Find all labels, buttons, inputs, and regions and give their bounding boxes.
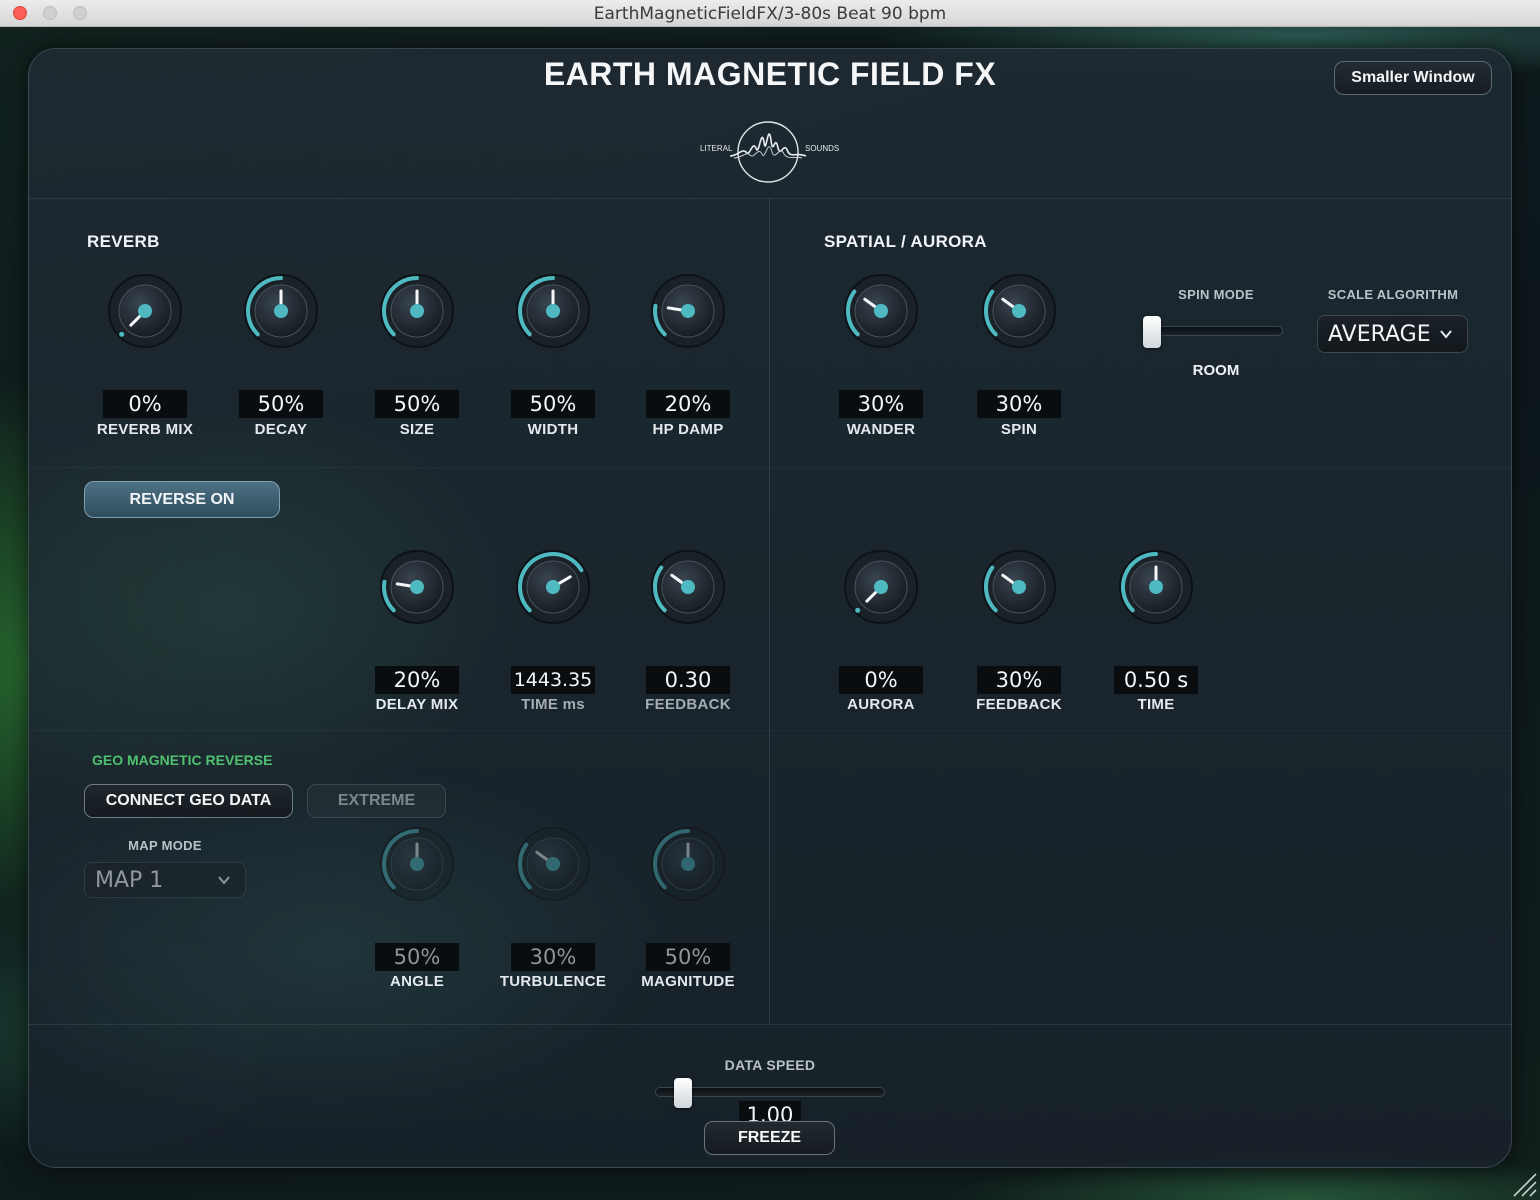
spin-label: SPIN xyxy=(1000,421,1038,438)
extreme-button[interactable]: EXTREME xyxy=(307,784,446,818)
time-ms-label: TIME ms xyxy=(521,696,585,713)
scale-algorithm-label: SCALE ALGORITHM xyxy=(1327,287,1459,302)
chevron-down-icon xyxy=(218,876,230,885)
row-divider-1 xyxy=(28,467,1512,468)
data-speed-label: DATA SPEED xyxy=(724,1057,816,1073)
time-ms-value[interactable]: 1443.35 xyxy=(511,666,595,694)
resize-grip-icon[interactable] xyxy=(1508,1168,1538,1198)
window-title: EarthMagneticFieldFX/3-80s Beat 90 bpm xyxy=(593,4,947,24)
turbulence-knob[interactable] xyxy=(511,822,595,906)
hp-damp-value[interactable]: 20% xyxy=(646,390,730,418)
spin-mode-label: SPIN MODE xyxy=(1178,287,1254,302)
delay-mix-label: DELAY MIX xyxy=(375,696,459,713)
decay-knob[interactable] xyxy=(239,269,323,353)
logo-left-text: LITERAL xyxy=(700,144,733,153)
angle-value[interactable]: 50% xyxy=(375,943,459,971)
delay-mix-value[interactable]: 20% xyxy=(375,666,459,694)
smaller-window-button[interactable]: Smaller Window xyxy=(1334,61,1492,95)
reverse-on-button[interactable]: REVERSE ON xyxy=(84,481,280,518)
decay-label: DECAY xyxy=(254,421,308,438)
geo-magnetic-reverse-title: GEO MAGNETIC REVERSE xyxy=(92,752,273,768)
delay-feedback-value[interactable]: 0.30 xyxy=(646,666,730,694)
row-divider-2 xyxy=(28,730,1512,731)
wander-value[interactable]: 30% xyxy=(839,390,923,418)
aurora-value[interactable]: 0% xyxy=(839,666,923,694)
reverb-mix-label: REVERB MIX xyxy=(96,421,194,438)
turbulence-label: TURBULENCE xyxy=(499,973,607,990)
wander-knob[interactable] xyxy=(839,269,923,353)
data-speed-thumb[interactable] xyxy=(673,1078,692,1108)
width-knob[interactable] xyxy=(511,269,595,353)
delay-feedback-label: FEEDBACK xyxy=(645,696,731,713)
decay-value[interactable]: 50% xyxy=(239,390,323,418)
width-value[interactable]: 50% xyxy=(511,390,595,418)
angle-knob[interactable] xyxy=(375,822,459,906)
turbulence-value[interactable]: 30% xyxy=(511,943,595,971)
map-mode-dropdown[interactable]: MAP 1 xyxy=(84,862,246,898)
time-ms-knob[interactable] xyxy=(511,545,595,629)
header-divider xyxy=(28,198,1512,199)
aurora-label: AURORA xyxy=(847,696,915,713)
scale-algorithm-dropdown[interactable]: AVERAGE xyxy=(1317,315,1468,353)
size-value[interactable]: 50% xyxy=(375,390,459,418)
aurora-feedback-knob[interactable] xyxy=(977,545,1061,629)
hp-damp-knob[interactable] xyxy=(646,269,730,353)
chevron-down-icon xyxy=(1440,330,1452,339)
spin-mode-track[interactable] xyxy=(1143,326,1283,336)
spin-mode-thumb[interactable] xyxy=(1143,316,1161,348)
aurora-time-label: TIME xyxy=(1137,696,1175,713)
spin-knob[interactable] xyxy=(977,269,1061,353)
reverb-section-title: REVERB xyxy=(87,232,160,251)
width-label: WIDTH xyxy=(527,421,579,438)
freeze-button[interactable]: FREEZE xyxy=(704,1121,835,1155)
literal-sounds-logo: LITERAL SOUNDS xyxy=(698,118,840,186)
connect-geo-data-button[interactable]: CONNECT GEO DATA xyxy=(84,784,293,818)
aurora-time-value[interactable]: 0.50 s xyxy=(1114,666,1198,694)
center-divider xyxy=(769,198,770,1024)
footer-divider xyxy=(28,1024,1512,1025)
aurora-time-knob[interactable] xyxy=(1114,545,1198,629)
angle-label: ANGLE xyxy=(390,973,444,990)
size-knob[interactable] xyxy=(375,269,459,353)
spatial-section-title: SPATIAL / AURORA xyxy=(824,232,987,251)
window-titlebar: EarthMagneticFieldFX/3-80s Beat 90 bpm xyxy=(0,0,1540,27)
map-mode-label: MAP MODE xyxy=(128,838,202,853)
aurora-feedback-label: FEEDBACK xyxy=(976,696,1062,713)
reverb-mix-knob[interactable] xyxy=(103,269,187,353)
size-label: SIZE xyxy=(399,421,435,438)
plugin-panel xyxy=(28,48,1512,1168)
aurora-feedback-value[interactable]: 30% xyxy=(977,666,1061,694)
map-mode-value: MAP 1 xyxy=(95,867,164,893)
logo-right-text: SOUNDS xyxy=(805,144,839,153)
scale-algorithm-value: AVERAGE xyxy=(1328,321,1431,347)
wander-label: WANDER xyxy=(846,421,916,438)
spin-value[interactable]: 30% xyxy=(977,390,1061,418)
magnitude-knob[interactable] xyxy=(646,822,730,906)
reverb-mix-value[interactable]: 0% xyxy=(103,390,187,418)
magnitude-value[interactable]: 50% xyxy=(646,943,730,971)
magnitude-label: MAGNITUDE xyxy=(641,973,735,990)
plugin-title: EARTH MAGNETIC FIELD FX xyxy=(543,56,997,92)
delay-mix-knob[interactable] xyxy=(375,545,459,629)
spin-mode-value: ROOM xyxy=(1192,362,1240,379)
aurora-knob[interactable] xyxy=(839,545,923,629)
hp-damp-label: HP DAMP xyxy=(652,421,724,438)
delay-feedback-knob[interactable] xyxy=(646,545,730,629)
